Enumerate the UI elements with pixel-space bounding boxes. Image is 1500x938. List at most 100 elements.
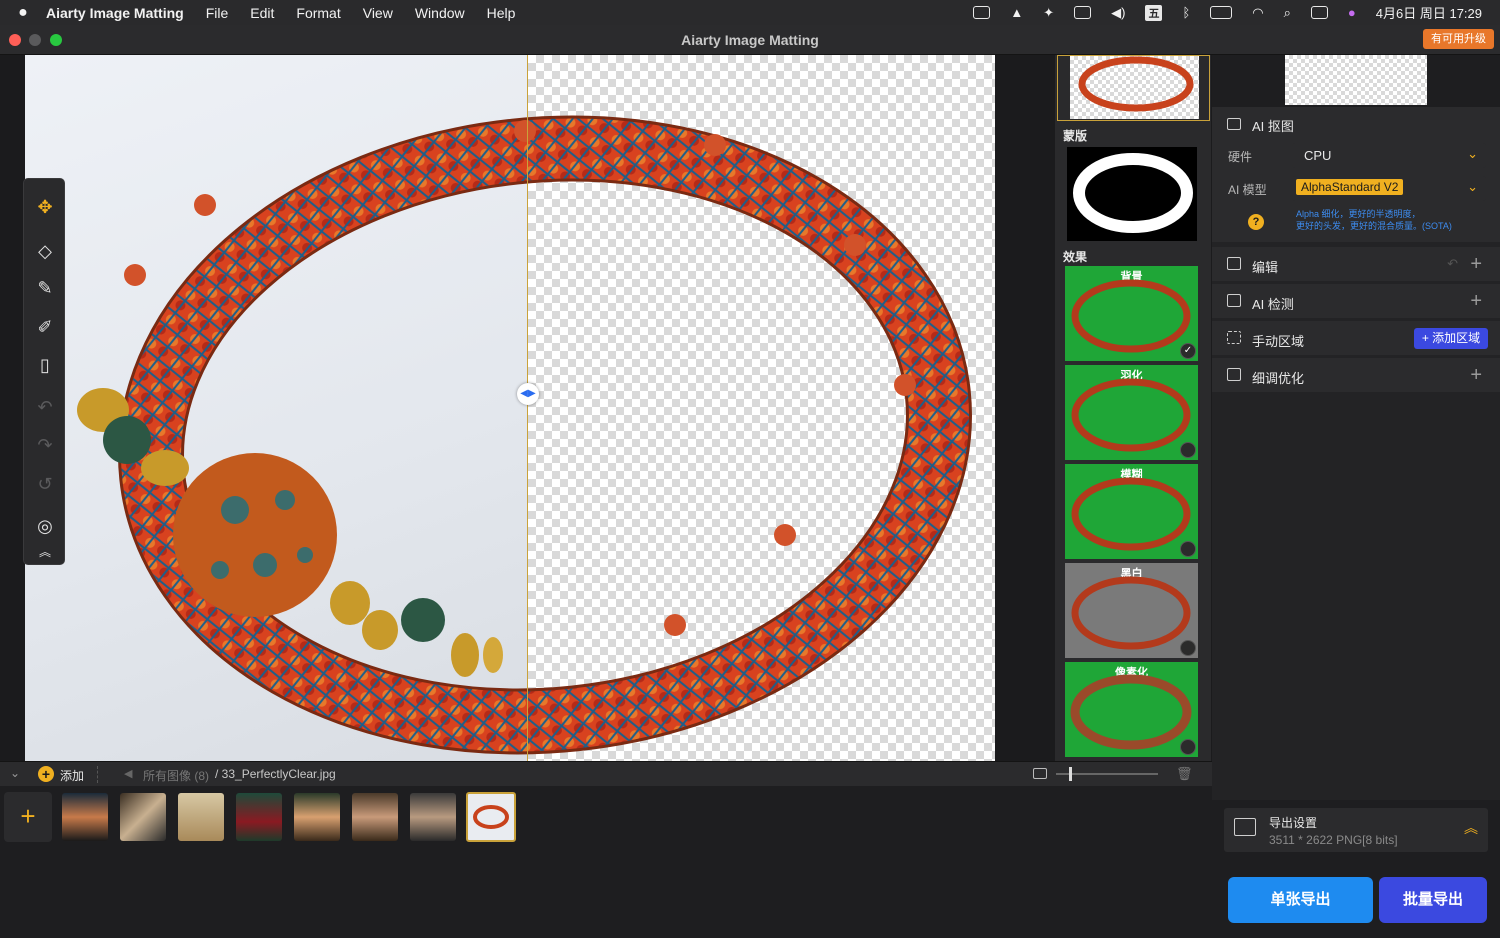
menu-clock[interactable]: 4月6日 周日 17:29	[1376, 3, 1482, 22]
menu-edit[interactable]: Edit	[250, 5, 274, 21]
thumbnail-5[interactable]	[294, 793, 340, 841]
collapse-filmstrip-icon[interactable]: ⌄	[10, 766, 20, 780]
effects-label: 效果	[1063, 250, 1088, 264]
search-icon[interactable]: ⌕	[1284, 5, 1291, 21]
mask-thumbnail[interactable]	[1067, 147, 1197, 241]
manual-region-icon	[1227, 331, 1241, 344]
control-center-icon[interactable]	[1310, 6, 1328, 19]
compare-split-line[interactable]	[527, 55, 528, 761]
effect-feather[interactable]: 羽化	[1065, 365, 1198, 460]
hardware-select[interactable]: CPU ⌄	[1292, 143, 1486, 168]
collapse-tools-icon[interactable]: ︽	[33, 545, 57, 559]
eraser-tool-icon[interactable]: ◇	[33, 239, 57, 263]
model-value: AlphaStandard V2	[1296, 179, 1404, 195]
thumbnail-7[interactable]	[410, 793, 456, 841]
radio-icon	[1180, 541, 1196, 557]
image-canvas[interactable]: ◀▶	[25, 55, 995, 761]
brush-tool-icon[interactable]: ✎	[33, 276, 57, 300]
compare-split-handle[interactable]: ◀▶	[517, 383, 539, 405]
add-image-label[interactable]: 添加	[60, 767, 84, 784]
add-image-icon[interactable]: +	[38, 766, 54, 782]
thumbnail-2[interactable]	[120, 793, 166, 841]
mountain-icon[interactable]: ▲	[1010, 5, 1023, 20]
preview-thumbnail[interactable]	[1285, 55, 1427, 105]
bluetooth-icon[interactable]: ᛒ	[1182, 5, 1190, 20]
fine-tune-section[interactable]: 细调优化 +	[1212, 358, 1500, 392]
add-fine-tune-icon[interactable]: +	[1470, 364, 1482, 387]
slider-knob[interactable]	[1069, 767, 1072, 781]
screen-mirroring-icon[interactable]	[973, 6, 991, 19]
breadcrumb-file: / 33_PerfectlyClear.jpg	[215, 767, 336, 781]
ai-detect-label: AI 检测	[1252, 297, 1294, 312]
trash-icon[interactable]: 🗑	[1176, 766, 1193, 782]
thumbnail-3[interactable]	[178, 793, 224, 841]
check-icon: ✓	[1180, 343, 1196, 359]
reset-icon[interactable]: ↺	[33, 472, 57, 496]
single-export-button[interactable]: 单张导出	[1228, 877, 1373, 923]
result-thumbnail[interactable]	[1057, 55, 1210, 121]
expand-up-icon[interactable]: ︽	[1464, 818, 1478, 838]
menu-view[interactable]: View	[363, 5, 393, 21]
ai-detect-section[interactable]: AI 检测 +	[1212, 284, 1500, 318]
apple-icon[interactable]: ●	[0, 4, 46, 22]
thumbnail-6[interactable]	[352, 793, 398, 841]
fine-tune-icon	[1227, 368, 1241, 381]
menu-app-name[interactable]: Aiarty Image Matting	[46, 5, 184, 21]
manual-region-section[interactable]: 手动区域 + 添加区域	[1212, 321, 1500, 355]
menu-help[interactable]: Help	[487, 5, 516, 21]
wifi-icon[interactable]: ◠	[1252, 5, 1263, 21]
volume-icon[interactable]: ◀)	[1111, 5, 1125, 21]
thumbnail-size-slider[interactable]	[1056, 767, 1158, 781]
thumbnail-8-selected[interactable]	[466, 792, 516, 842]
window-icon[interactable]	[1074, 6, 1092, 19]
settings-panel: AI 抠图 硬件 CPU ⌄ AI 模型 AlphaStandard V2 ⌄ …	[1212, 55, 1500, 938]
model-select[interactable]: AlphaStandard V2 ⌄	[1292, 176, 1486, 201]
effect-background[interactable]: 背景 ✓	[1065, 266, 1198, 361]
battery-icon[interactable]	[1210, 6, 1233, 19]
help-icon[interactable]: ?	[1248, 214, 1264, 230]
undo-icon[interactable]: ↶	[1447, 256, 1458, 272]
add-region-button[interactable]: + 添加区域	[1414, 328, 1488, 349]
view-mode-icon[interactable]: ◎	[33, 514, 57, 538]
add-edit-icon[interactable]: +	[1470, 253, 1482, 276]
undo-icon[interactable]: ↶	[33, 395, 57, 419]
menu-format[interactable]: Format	[296, 5, 340, 21]
chevron-down-icon: ⌄	[1467, 179, 1478, 194]
bolt-icon[interactable]: ✦	[1043, 5, 1054, 21]
add-detect-icon[interactable]: +	[1470, 290, 1482, 313]
preview-strip	[1212, 55, 1500, 107]
thumbnail-4[interactable]	[236, 793, 282, 841]
restore-brush-icon[interactable]: ✐	[33, 315, 57, 339]
add-region-label: 添加区域	[1432, 331, 1481, 345]
edit-icon	[1227, 257, 1241, 270]
plus-icon: +	[1421, 331, 1433, 345]
tool-palette: ✥ ◇ ✎ ✐ ▯ ↶ ↷ ↺ ◎ ︽	[23, 178, 65, 565]
effect-blur[interactable]: 模糊	[1065, 464, 1198, 559]
canvas-margin	[995, 55, 1055, 761]
edit-section[interactable]: 编辑 ↶ +	[1212, 247, 1500, 281]
effect-pixelate[interactable]: 像素化	[1065, 662, 1198, 757]
batch-export-button[interactable]: 批量导出	[1379, 877, 1487, 923]
breadcrumb-all-images[interactable]: 所有图像 (8)	[143, 767, 209, 784]
filmstrip-toolbar: ⌄ + 添加 ◀ 所有图像 (8) / 33_PerfectlyClear.jp…	[0, 761, 1212, 786]
upgrade-available-button[interactable]: 有可用升级	[1423, 29, 1494, 49]
effect-black-white[interactable]: 黑白	[1065, 563, 1198, 658]
menu-bar: ● Aiarty Image Matting File Edit Format …	[0, 0, 1500, 25]
thumbnail-1[interactable]	[62, 793, 108, 841]
toolbar-divider	[97, 766, 98, 783]
mask-label: 蒙版	[1063, 129, 1088, 143]
paint-roller-icon[interactable]: ▯	[33, 353, 57, 377]
export-settings-row[interactable]: 导出设置 3511 * 2622 PNG[8 bits] ︽	[1224, 808, 1488, 852]
ai-matting-icon	[1227, 118, 1241, 130]
hardware-label: 硬件	[1228, 150, 1253, 164]
move-tool-icon[interactable]: ✥	[33, 195, 57, 219]
chevron-down-icon: ⌄	[1467, 146, 1478, 161]
window-title: Aiarty Image Matting	[681, 32, 819, 48]
menu-window[interactable]: Window	[415, 5, 465, 21]
siri-icon[interactable]: ●	[1348, 5, 1356, 20]
menu-file[interactable]: File	[206, 5, 229, 21]
back-arrow-icon[interactable]: ◀	[124, 767, 132, 780]
input-method-icon[interactable]: 五	[1145, 4, 1163, 21]
add-image-button[interactable]: +	[4, 792, 52, 842]
redo-icon[interactable]: ↷	[33, 433, 57, 457]
